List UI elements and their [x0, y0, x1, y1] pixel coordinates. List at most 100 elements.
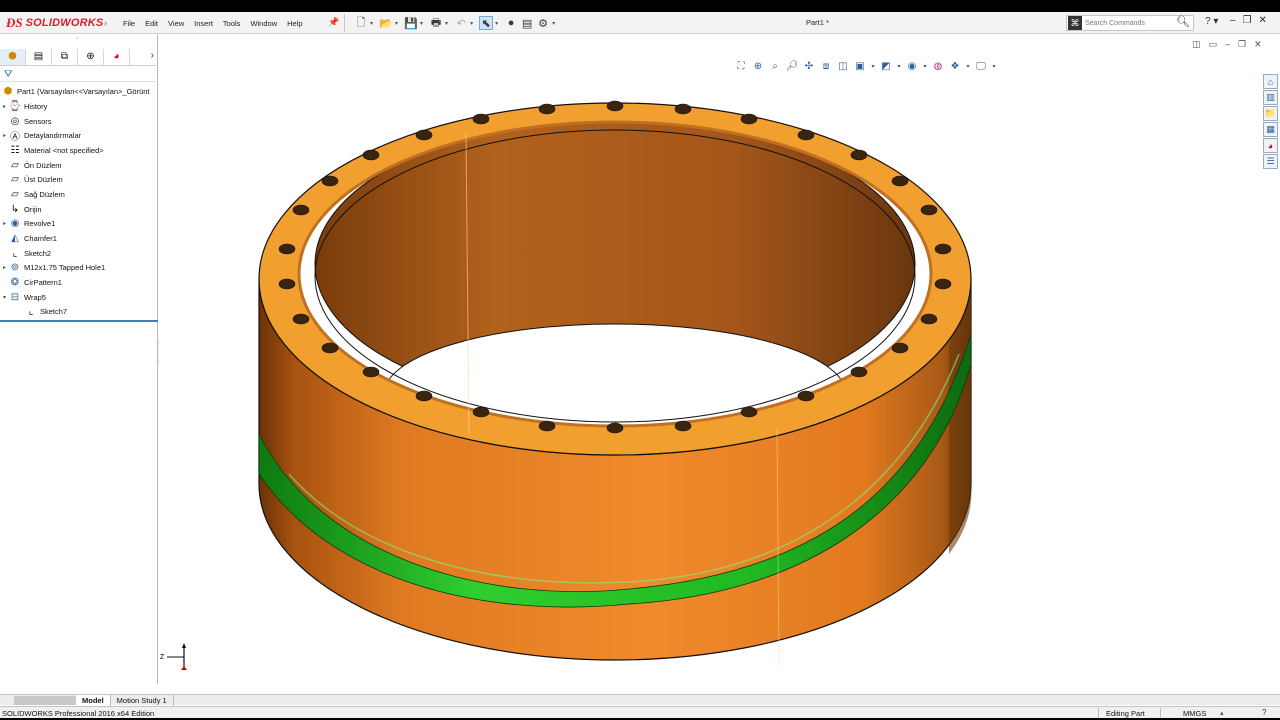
rollback-bar[interactable]	[0, 320, 158, 323]
menu-view[interactable]: View	[163, 19, 189, 28]
solidworks-logo[interactable]: ƉS SOLIDWORKS	[6, 15, 103, 31]
edit-appearance-icon[interactable]: ◍	[931, 60, 945, 73]
tree-item-revolve1[interactable]: ▸ ◉ Revolve1	[0, 217, 158, 232]
standard-views-icon[interactable]: ▣	[853, 60, 867, 73]
restore-icon[interactable]: ❐	[1243, 15, 1252, 26]
menu-insert[interactable]: Insert	[189, 19, 218, 28]
view-settings-icon[interactable]: 🖵	[974, 60, 988, 73]
expand-triangle-icon[interactable]: ▸	[0, 264, 9, 271]
tree-filter[interactable]: ⛛	[0, 68, 158, 82]
section-view-icon[interactable]: ✣	[802, 60, 816, 73]
minimize-icon[interactable]: –	[1230, 15, 1236, 26]
chevron-down-icon[interactable]: ▾	[470, 20, 473, 27]
help-icon[interactable]: ? ▾	[1205, 16, 1218, 27]
tree-item-wrap5[interactable]: ▾ ⊟ Wrap5	[0, 290, 158, 305]
pin-icon[interactable]: 📌	[328, 17, 339, 28]
chevron-down-icon[interactable]: ▾	[965, 60, 971, 73]
zoom-to-fit-icon[interactable]: ⛶	[734, 60, 748, 73]
menu-window[interactable]: Window	[245, 19, 282, 28]
viewport-tile-icon[interactable]: ◫	[1192, 39, 1201, 50]
view-palette-icon[interactable]: ▦	[1263, 122, 1278, 137]
new-document-icon[interactable]: 🗋	[354, 16, 368, 30]
custom-properties-icon[interactable]: ☰	[1263, 154, 1278, 169]
chevron-down-icon[interactable]: ▾	[420, 20, 423, 27]
tree-item-sketch2[interactable]: ⌞ Sketch2	[0, 246, 158, 261]
chevron-down-icon[interactable]: ▾	[991, 60, 997, 73]
expand-triangle-icon[interactable]: ▸	[0, 132, 9, 139]
tab-model[interactable]: Model	[76, 694, 111, 706]
display-style-icon[interactable]: ◩	[879, 60, 893, 73]
menu-tools[interactable]: Tools	[218, 19, 246, 28]
tree-item-sensors[interactable]: ◎ Sensors	[0, 114, 158, 129]
search-commands[interactable]: ⌘ Search Commands	[1066, 15, 1194, 31]
expand-triangle-icon[interactable]: ▸	[0, 220, 9, 227]
viewport-minimize-icon[interactable]: –	[1225, 39, 1230, 50]
tree-item-right-plane[interactable]: ▱ Sağ Düzlem	[0, 187, 158, 202]
hide-show-items-icon[interactable]: ◉	[905, 60, 919, 73]
chevron-down-icon[interactable]: ▾	[922, 60, 928, 73]
tab-display-manager[interactable]: ◕	[104, 48, 130, 65]
collapse-triangle-icon[interactable]: ▾	[0, 294, 9, 301]
undo-icon[interactable]: ↶	[454, 16, 468, 30]
tree-item-annotations[interactable]: ▸ Ⓐ Detaylandırmalar	[0, 128, 158, 143]
search-icon[interactable]: 🔍︎	[1176, 15, 1190, 28]
tree-root-part[interactable]: ⬢ Part1 (Varsayılan<<Varsayılan>_Görünt	[0, 84, 158, 99]
search-type-icon[interactable]: ⌘	[1068, 16, 1082, 30]
tab-feature-manager[interactable]: ⬢	[0, 48, 26, 65]
tab-dimxpert-manager[interactable]: ⊕	[78, 48, 104, 65]
tree-item-sketch7[interactable]: ⌞ Sketch7	[0, 305, 158, 320]
tree-item-tapped-hole[interactable]: ▸ ⊚ M12x1.75 Tapped Hole1	[0, 261, 158, 276]
tree-item-origin[interactable]: ↳ Orijin	[0, 202, 158, 217]
view-orientation-icon[interactable]: ◫	[836, 60, 850, 73]
tab-configuration-manager[interactable]: ⧉	[52, 48, 78, 65]
help-icon[interactable]: ?	[1262, 708, 1266, 717]
viewport-close-icon[interactable]: ✕	[1254, 39, 1262, 50]
chevron-down-icon[interactable]: ▾	[370, 20, 373, 27]
tree-item-history[interactable]: ▸ ⌚ History	[0, 99, 158, 114]
menu-edit[interactable]: Edit	[140, 19, 163, 28]
open-folder-icon[interactable]: 📂	[379, 16, 393, 30]
tab-navigation-arrows[interactable]	[14, 695, 76, 705]
viewport-maximize-icon[interactable]: ❐	[1238, 39, 1246, 50]
tree-item-cirpattern1[interactable]: ❂ CirPattern1	[0, 275, 158, 290]
tree-item-chamfer1[interactable]: ◭ Chamfer1	[0, 231, 158, 246]
chevron-right-icon[interactable]: ›	[151, 50, 154, 61]
previous-view-icon[interactable]: ⌕	[768, 60, 782, 73]
chevron-down-icon[interactable]: ▾	[552, 20, 555, 27]
chevron-down-icon[interactable]: ▾	[870, 60, 876, 73]
home-icon[interactable]: ⌂	[1263, 74, 1278, 89]
dynamic-annotation-icon[interactable]: ⧈	[819, 60, 833, 73]
chevron-down-icon[interactable]: ▾	[495, 20, 498, 27]
print-icon[interactable]: 🖶	[429, 16, 443, 30]
chevron-up-icon[interactable]: ▴	[1220, 709, 1224, 717]
file-explorer-icon[interactable]: 📁	[1263, 106, 1278, 121]
chevron-right-icon[interactable]: ›	[104, 18, 107, 28]
tab-motion-study[interactable]: Motion Study 1	[111, 694, 174, 706]
zoom-to-area-icon[interactable]: ⊕	[751, 60, 765, 73]
traffic-light-icon[interactable]: ●	[504, 16, 518, 30]
file-properties-icon[interactable]: ▤	[520, 16, 534, 30]
filter-icon[interactable]: ⛛	[4, 69, 12, 80]
tree-item-top-plane[interactable]: ▱ Üst Düzlem	[0, 172, 158, 187]
chevron-down-icon[interactable]: ▾	[445, 20, 448, 27]
tab-property-manager[interactable]: ▤	[26, 48, 52, 65]
close-icon[interactable]: ✕	[1259, 15, 1267, 26]
panel-grip-icon[interactable]: ◦	[76, 35, 78, 42]
apply-scene-icon[interactable]: ❖	[948, 60, 962, 73]
graphics-area[interactable]: ⛶ ⊕ ⌕ 🔎︎ ✣ ⧈ ◫ ▣ ▾ ◩ ▾ ◉ ▾ ◍ ❖ ▾ 🖵 ▾	[159, 34, 1261, 684]
chevron-down-icon[interactable]: ▾	[896, 60, 902, 73]
tree-item-front-plane[interactable]: ▱ Ön Düzlem	[0, 158, 158, 173]
menu-file[interactable]: File	[118, 19, 140, 28]
save-icon[interactable]: 💾	[404, 16, 418, 30]
tree-item-material[interactable]: ☷ Material <not specified>	[0, 143, 158, 158]
units-selector[interactable]: MMGS	[1183, 709, 1206, 718]
select-arrow-icon[interactable]: ⬉	[479, 16, 494, 30]
chevron-down-icon[interactable]: ▾	[395, 20, 398, 27]
options-gear-icon[interactable]: ⚙	[536, 16, 550, 30]
design-library-icon[interactable]: ▥	[1263, 90, 1278, 105]
menu-help[interactable]: Help	[282, 19, 307, 28]
viewport-restore-icon[interactable]: ▭	[1209, 39, 1218, 50]
zoom-icon[interactable]: 🔎︎	[785, 60, 799, 73]
expand-triangle-icon[interactable]: ▸	[0, 103, 9, 110]
appearances-icon[interactable]: ◕	[1263, 138, 1278, 153]
